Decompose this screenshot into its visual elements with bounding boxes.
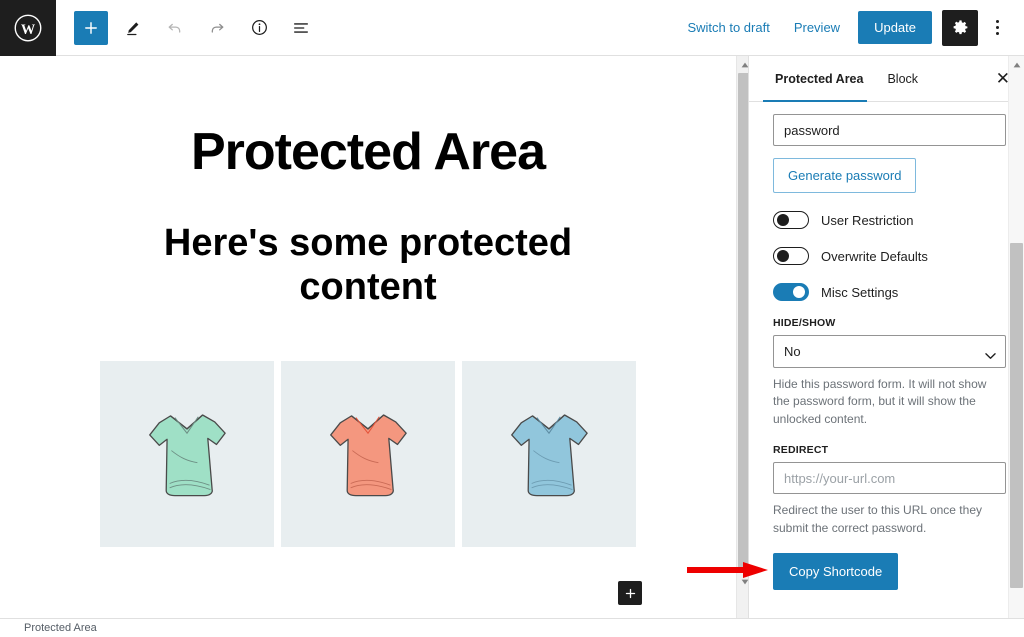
header-toolbar — [56, 11, 318, 45]
switch-to-draft-button[interactable]: Switch to draft — [675, 13, 781, 42]
wordpress-logo-button[interactable]: W — [0, 0, 56, 56]
scroll-up-arrow-icon[interactable] — [1009, 56, 1024, 73]
toggle-knob — [777, 250, 789, 262]
redirect-help-text: Redirect the user to this URL once they … — [773, 502, 1006, 537]
settings-toggle-button[interactable] — [942, 10, 978, 46]
copy-shortcode-button[interactable]: Copy Shortcode — [773, 553, 898, 590]
redo-button[interactable] — [200, 11, 234, 45]
dot — [996, 20, 999, 23]
details-button[interactable] — [242, 11, 276, 45]
hide-show-select-wrap: No — [773, 335, 1006, 368]
plus-icon — [624, 587, 637, 600]
redirect-label: REDIRECT — [773, 444, 1006, 456]
overwrite-defaults-row: Overwrite Defaults — [773, 247, 1006, 265]
tab-block[interactable]: Block — [875, 56, 930, 102]
sidebar-scrollbar[interactable] — [1008, 56, 1024, 618]
wordpress-block-editor: W — [0, 0, 1024, 637]
info-circle-icon — [250, 18, 269, 37]
pencil-icon — [124, 19, 142, 37]
svg-text:W: W — [21, 21, 36, 37]
hide-show-help-text: Hide this password form. It will not sho… — [773, 376, 1006, 428]
gear-icon — [952, 19, 969, 36]
hide-show-label: HIDE/SHOW — [773, 317, 1006, 329]
toggle-knob — [777, 214, 789, 226]
redo-arrow-icon — [208, 19, 226, 37]
list-view-icon — [292, 19, 310, 37]
generate-password-button[interactable]: Generate password — [773, 158, 916, 193]
editor-header: W — [0, 0, 1024, 56]
user-restriction-label: User Restriction — [821, 213, 913, 228]
misc-settings-toggle[interactable] — [773, 283, 809, 301]
sidebar-scroll-thumb[interactable] — [1010, 243, 1023, 588]
tshirt-icon — [135, 395, 239, 513]
inserter-row — [16, 547, 720, 605]
tshirt-icon — [316, 395, 420, 513]
block-inserter-button[interactable] — [618, 581, 642, 605]
preview-button[interactable]: Preview — [782, 13, 852, 42]
user-restriction-toggle[interactable] — [773, 211, 809, 229]
image-column[interactable] — [462, 361, 636, 547]
content-heading[interactable]: Here's some protected content — [128, 222, 608, 309]
status-bar: Protected Area — [0, 618, 1024, 637]
hide-show-select[interactable]: No — [773, 335, 1006, 368]
more-options-button[interactable] — [982, 10, 1012, 46]
overwrite-defaults-label: Overwrite Defaults — [821, 249, 928, 264]
breadcrumb[interactable]: Protected Area — [0, 622, 97, 634]
editor-canvas[interactable]: Protected Area Here's some protected con… — [0, 56, 736, 618]
settings-sidebar: Protected Area Block ✕ Generate password… — [748, 56, 1024, 618]
post-title[interactable]: Protected Area — [16, 122, 720, 182]
image-column[interactable] — [100, 361, 274, 547]
overwrite-defaults-toggle[interactable] — [773, 247, 809, 265]
sidebar-tabs: Protected Area Block ✕ — [749, 56, 1024, 102]
plus-icon — [83, 20, 99, 36]
toggle-knob — [793, 286, 805, 298]
tshirt-icon — [497, 395, 601, 513]
add-block-button[interactable] — [74, 11, 108, 45]
active-tab-indicator — [763, 100, 867, 102]
dot — [996, 32, 999, 35]
undo-button[interactable] — [158, 11, 192, 45]
sidebar-scroll-track-top[interactable] — [1009, 73, 1024, 243]
tab-protected-area[interactable]: Protected Area — [763, 56, 875, 102]
image-column[interactable] — [281, 361, 455, 547]
header-actions: Switch to draft Preview Update — [675, 10, 1024, 46]
misc-settings-row: Misc Settings — [773, 283, 1006, 301]
dot — [996, 26, 999, 29]
wordpress-logo-icon: W — [13, 13, 43, 43]
list-view-button[interactable] — [284, 11, 318, 45]
password-input[interactable] — [773, 114, 1006, 146]
columns-block — [100, 361, 636, 547]
edit-tools-button[interactable] — [116, 11, 150, 45]
misc-settings-label: Misc Settings — [821, 285, 898, 300]
user-restriction-row: User Restriction — [773, 211, 1006, 229]
undo-arrow-icon — [166, 19, 184, 37]
redirect-input[interactable] — [773, 462, 1006, 494]
protected-area-panel: Generate password User Restriction Overw… — [749, 102, 1024, 590]
update-button[interactable]: Update — [858, 11, 932, 44]
